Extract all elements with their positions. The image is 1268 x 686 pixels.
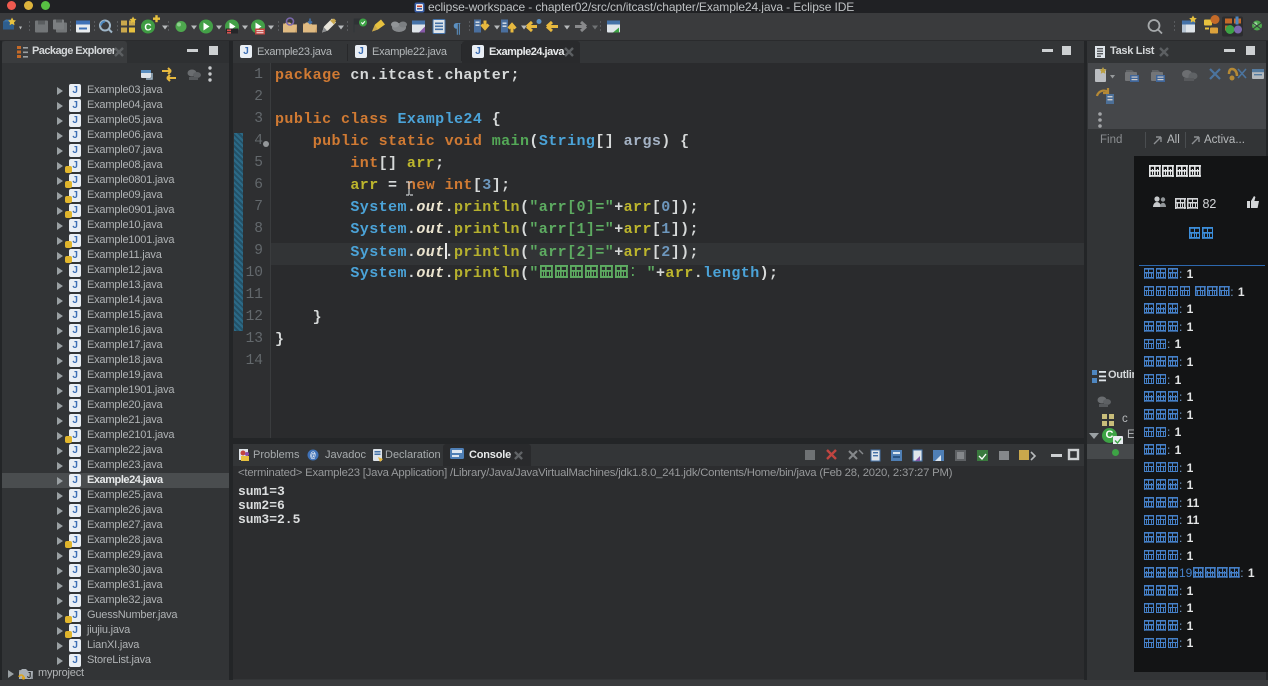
svg-text:¶: ¶ xyxy=(453,21,461,37)
svg-text:J: J xyxy=(27,671,31,680)
svg-text:C: C xyxy=(144,23,151,34)
svg-text:@: @ xyxy=(310,451,316,461)
